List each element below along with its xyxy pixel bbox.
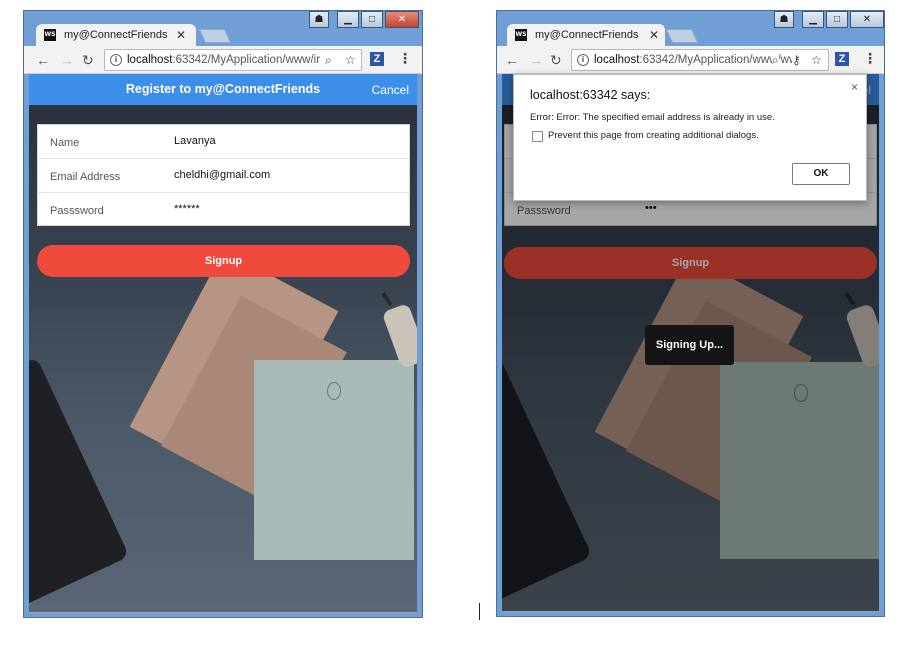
page-title: Register to my@ConnectFriends — [125, 82, 321, 96]
prevent-dialogs-label[interactable]: Prevent this page from creating addition… — [548, 130, 759, 141]
key-icon[interactable]: ⚷ — [792, 50, 801, 70]
profile-icon[interactable]: ☗ — [309, 11, 329, 28]
browser-tab[interactable]: WS my@ConnectFriends ✕ — [507, 24, 665, 46]
info-icon[interactable]: i — [110, 54, 122, 66]
ok-button[interactable]: OK — [792, 163, 850, 185]
browser-tab[interactable]: WS my@ConnectFriends ✕ — [36, 24, 196, 46]
alert-dialog: localhost:63342 says: × Error: Error: Th… — [513, 74, 867, 201]
maximize-button[interactable]: □ — [826, 11, 848, 28]
new-tab-button[interactable] — [198, 29, 232, 43]
loading-toast: Signing Up... — [645, 325, 734, 365]
tab-close-icon[interactable]: ✕ — [649, 28, 659, 42]
title-bar: WS my@ConnectFriends ✕ ☗ ▁ □ ✕ — [497, 11, 884, 46]
email-row[interactable]: Email Address cheldhi@gmail.com — [38, 159, 409, 193]
address-host: localhost — [594, 54, 640, 66]
zoom-icon[interactable]: ⌕ — [772, 50, 779, 70]
zotero-extension-icon[interactable]: Z — [370, 52, 384, 66]
browser-window-right: WS my@ConnectFriends ✕ ☗ ▁ □ ✕ ← → ↻ i l… — [496, 10, 885, 617]
tab-title: my@ConnectFriends — [64, 29, 168, 41]
address-bar[interactable]: i localhost:63342/MyApplication/www/ww ⌕… — [571, 49, 829, 71]
reload-icon[interactable]: ↻ — [82, 51, 94, 69]
signup-form: Name Lavanya Email Address cheldhi@gmail… — [37, 124, 410, 226]
minimize-button[interactable]: ▁ — [802, 11, 824, 28]
password-row[interactable]: Passsword ****** — [38, 193, 409, 227]
back-icon[interactable]: ← — [36, 51, 50, 69]
browser-window-left: WS my@ConnectFriends ✕ ☗ ▁ □ ✕ ← → ↻ i l… — [23, 10, 423, 618]
bookmark-star-icon[interactable]: ☆ — [811, 50, 822, 70]
password-field[interactable]: ****** — [174, 203, 200, 215]
forward-icon[interactable]: → — [60, 51, 74, 69]
address-host: localhost — [127, 54, 173, 66]
bookmark-star-icon[interactable]: ☆ — [345, 50, 356, 70]
signup-button[interactable]: Signup — [37, 245, 410, 277]
email-field[interactable]: cheldhi@gmail.com — [174, 169, 270, 181]
page-viewport: Register to my@ConnectFriends Cancel Nam… — [29, 74, 417, 613]
cancel-button[interactable]: Cancel — [372, 83, 409, 97]
maximize-button[interactable]: □ — [361, 11, 383, 28]
menu-icon[interactable]: ⋮ — [398, 50, 412, 67]
viewport-bottom-border — [29, 612, 417, 613]
info-icon[interactable]: i — [577, 54, 589, 66]
reload-icon[interactable]: ↻ — [550, 51, 562, 69]
address-path: :63342/MyApplication/www/ir — [172, 54, 321, 66]
address-bar[interactable]: i localhost:63342/MyApplication/www/ir ⌕… — [104, 49, 362, 71]
browser-toolbar: ← → ↻ i localhost:63342/MyApplication/ww… — [497, 46, 884, 74]
email-label: Email Address — [50, 171, 121, 183]
close-window-button[interactable]: ✕ — [850, 11, 884, 28]
dialog-message: Error: Error: The specified email addres… — [530, 112, 775, 123]
tab-title: my@ConnectFriends — [535, 29, 639, 41]
zotero-extension-icon[interactable]: Z — [835, 52, 849, 66]
browser-toolbar: ← → ↻ i localhost:63342/MyApplication/ww… — [24, 46, 422, 74]
forward-icon[interactable]: → — [529, 51, 543, 69]
webstorm-icon: WS — [44, 29, 56, 41]
app-header: Register to my@ConnectFriends Cancel — [29, 74, 417, 105]
dialog-close-icon[interactable]: × — [851, 80, 858, 94]
new-tab-button[interactable] — [665, 29, 699, 43]
pen-image — [381, 292, 393, 306]
password-label: Passsword — [50, 205, 104, 217]
viewport-bottom-border — [502, 611, 879, 612]
close-window-button[interactable]: ✕ — [385, 11, 419, 28]
tab-close-icon[interactable]: ✕ — [176, 28, 186, 42]
title-bar: WS my@ConnectFriends ✕ ☗ ▁ □ ✕ — [24, 11, 422, 46]
minimize-button[interactable]: ▁ — [337, 11, 359, 28]
menu-icon[interactable]: ⋮ — [863, 50, 877, 67]
text-cursor — [479, 603, 480, 620]
zoom-icon[interactable]: ⌕ — [325, 50, 332, 70]
tablet-image — [29, 356, 130, 612]
name-row[interactable]: Name Lavanya — [38, 125, 409, 159]
webstorm-icon: WS — [515, 29, 527, 41]
seal-icon — [327, 382, 341, 400]
dialog-title: localhost:63342 says: — [530, 88, 651, 102]
profile-icon[interactable]: ☗ — [774, 11, 794, 28]
name-field[interactable]: Lavanya — [174, 135, 216, 147]
back-icon[interactable]: ← — [505, 51, 519, 69]
name-label: Name — [50, 137, 80, 149]
prevent-dialogs-checkbox[interactable] — [532, 131, 543, 142]
